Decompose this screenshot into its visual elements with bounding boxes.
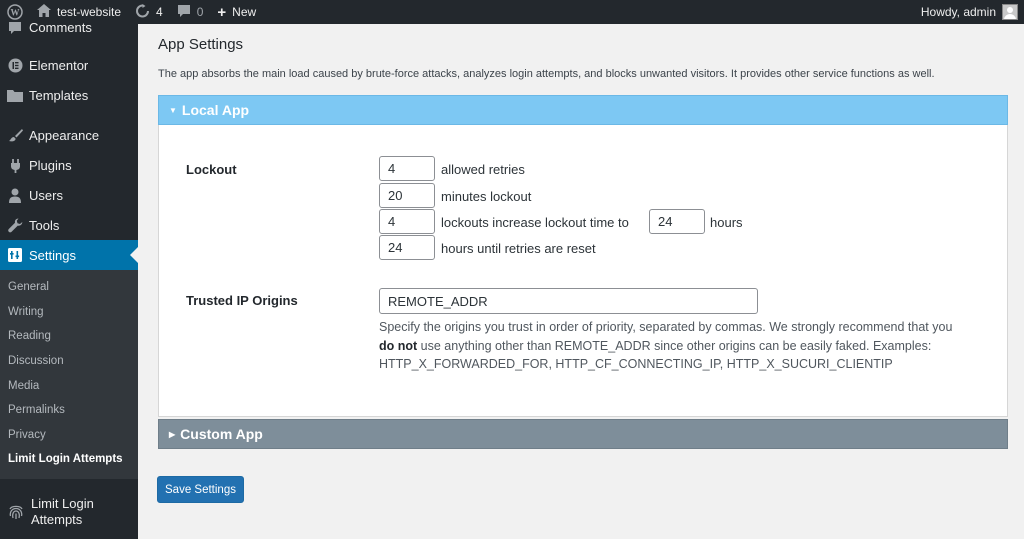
sidebar-item-templates[interactable]: Templates xyxy=(0,80,138,110)
sidebar-item-label: Comments xyxy=(29,20,92,35)
updates-icon xyxy=(135,3,150,21)
fingerprint-icon xyxy=(7,503,25,521)
custom-app-title: Custom App xyxy=(180,426,263,442)
comment-icon xyxy=(7,20,23,36)
new-content-menu[interactable]: + New xyxy=(210,0,263,24)
sidebar-item-label: Limit Login Attempts xyxy=(31,495,94,527)
paintbrush-icon xyxy=(7,127,23,143)
minutes-lockout-text: minutes lockout xyxy=(441,189,532,204)
sidebar-item-appearance[interactable]: Appearance xyxy=(0,120,138,150)
admin-sidebar: Comments Elementor Templates Appearance … xyxy=(0,20,138,539)
minutes-lockout-input[interactable] xyxy=(379,183,435,208)
sidebar-item-plugins[interactable]: Plugins xyxy=(0,150,138,180)
page-description: The app absorbs the main load caused by … xyxy=(158,68,935,80)
local-app-title: Local App xyxy=(181,102,250,118)
lockouts-increase-input[interactable] xyxy=(379,209,435,234)
sidebar-item-elementor[interactable]: Elementor xyxy=(0,50,138,80)
main-content: App Settings The app absorbs the main lo… xyxy=(138,24,1024,539)
comments-count: 0 xyxy=(196,5,204,19)
plugin-icon xyxy=(7,157,23,173)
trusted-ip-label: Trusted IP Origins xyxy=(186,293,298,308)
trusted-ip-input[interactable] xyxy=(379,288,758,314)
submenu-item-reading[interactable]: Reading xyxy=(0,324,138,349)
reset-hours-text: hours until retries are reset xyxy=(441,241,596,256)
sidebar-item-label: Plugins xyxy=(29,157,72,173)
settings-icon xyxy=(7,247,23,263)
sidebar-item-limit-login[interactable]: Limit Login Attempts xyxy=(0,489,138,535)
submenu-item-general[interactable]: General xyxy=(0,275,138,300)
lockout-label: Lockout xyxy=(186,162,237,177)
home-icon xyxy=(37,4,51,20)
admin-bar: W test-website 4 0 + New Howdy, admin xyxy=(0,0,1024,24)
settings-submenu: General Writing Reading Discussion Media… xyxy=(0,270,138,479)
custom-app-header[interactable]: ▶ Custom App xyxy=(158,419,1008,449)
folder-icon xyxy=(7,87,23,103)
avatar xyxy=(1002,4,1018,20)
hours-text: hours xyxy=(710,215,743,230)
site-name: test-website xyxy=(57,5,122,19)
submenu-item-writing[interactable]: Writing xyxy=(0,300,138,325)
allowed-retries-input[interactable] xyxy=(379,156,435,181)
my-account-menu[interactable]: Howdy, admin xyxy=(921,4,1024,20)
allowed-retries-text: allowed retries xyxy=(441,162,525,177)
comments-menu[interactable]: 0 xyxy=(170,0,211,24)
local-app-header[interactable]: ▼ Local App xyxy=(158,95,1008,125)
sidebar-item-label: Elementor xyxy=(29,57,89,73)
sidebar-item-users[interactable]: Users xyxy=(0,180,138,210)
page-title: App Settings xyxy=(158,36,244,53)
greeting: Howdy, admin xyxy=(920,5,996,19)
lockouts-increase-text: lockouts increase lockout time to xyxy=(441,215,629,230)
wordpress-icon: W xyxy=(7,4,23,20)
svg-text:W: W xyxy=(11,8,20,18)
save-settings-button[interactable]: Save Settings xyxy=(157,476,244,503)
wrench-icon xyxy=(7,217,23,233)
caret-down-icon: ▼ xyxy=(169,105,177,115)
sidebar-item-comments[interactable]: Comments xyxy=(0,20,138,36)
submenu-item-privacy[interactable]: Privacy xyxy=(0,423,138,448)
submenu-item-discussion[interactable]: Discussion xyxy=(0,349,138,374)
submenu-item-permalinks[interactable]: Permalinks xyxy=(0,398,138,423)
submenu-item-limit-login-attempts[interactable]: Limit Login Attempts xyxy=(0,447,138,472)
plus-icon: + xyxy=(217,3,227,21)
new-label: New xyxy=(232,5,257,19)
users-icon xyxy=(7,187,23,203)
sidebar-item-label: Templates xyxy=(29,87,89,103)
submenu-item-media[interactable]: Media xyxy=(0,373,138,398)
sidebar-item-tools[interactable]: Tools xyxy=(0,210,138,240)
reset-hours-input[interactable] xyxy=(379,235,435,260)
updates-count: 4 xyxy=(156,5,163,19)
sidebar-item-label: Appearance xyxy=(29,127,100,143)
sidebar-item-settings[interactable]: Settings xyxy=(0,240,138,270)
comment-bubble-icon xyxy=(177,4,191,21)
local-app-panel: Lockout allowed retries minutes lockout … xyxy=(158,125,1008,417)
sidebar-item-label: Tools xyxy=(29,217,60,233)
lockout-hours-input[interactable] xyxy=(649,209,705,234)
caret-right-icon: ▶ xyxy=(169,429,176,439)
trusted-ip-help: Specify the origins you trust in order o… xyxy=(379,320,953,371)
sidebar-item-label: Users xyxy=(29,187,63,203)
sidebar-item-label: Settings xyxy=(29,247,76,263)
elementor-icon xyxy=(7,57,23,73)
